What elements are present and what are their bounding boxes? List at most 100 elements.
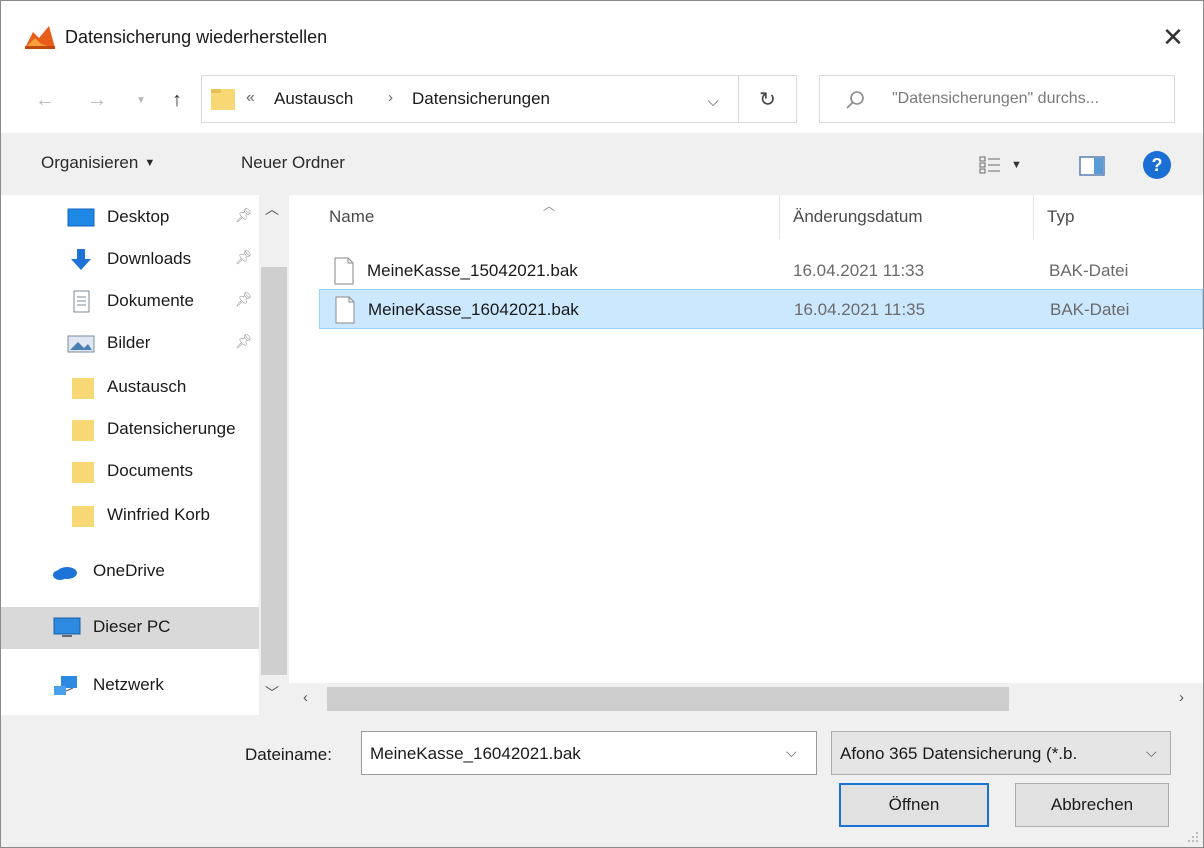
file-date: 16.04.2021 11:33 (793, 261, 925, 280)
arrow-right-icon: → (87, 88, 107, 111)
sidebar-item-label: OneDrive (93, 561, 165, 580)
sidebar-item-datensicherungen[interactable]: Datensicherunge (1, 409, 259, 451)
sidebar-item-downloads[interactable]: Downloads 📌︎ (1, 239, 259, 281)
sidebar-item-label: Austausch (107, 377, 187, 396)
computer-icon (53, 617, 81, 637)
search-icon (846, 91, 864, 109)
pin-icon[interactable]: 📌︎ (235, 291, 253, 308)
column-divider[interactable] (779, 195, 780, 239)
cloud-icon (53, 567, 77, 580)
sidebar-item-winfried-korb[interactable]: Winfried Korb (1, 495, 259, 537)
file-date: 16.04.2021 11:35 (794, 300, 926, 319)
title-bar: Datensicherung wiederherstellen ✕ (1, 1, 1203, 67)
file-name: MeineKasse_15042021.bak (367, 261, 578, 280)
navigation-pane: Desktop 📌︎ Downloads 📌︎ Dokumente 📌︎ Bil… (1, 195, 289, 715)
file-name: MeineKasse_16042021.bak (368, 300, 579, 319)
document-icon (73, 290, 90, 313)
chevron-down-icon[interactable]: ⌵ (786, 744, 797, 761)
sidebar-item-bilder[interactable]: Bilder 📌︎ (1, 323, 259, 365)
search-input[interactable]: "Datensicherungen" durchs... (819, 75, 1175, 123)
preview-pane-icon[interactable] (1079, 155, 1105, 177)
window-title: Datensicherung wiederherstellen (65, 27, 328, 47)
app-logo-icon (25, 26, 55, 49)
change-view-button[interactable]: ▼ (979, 151, 1039, 179)
sidebar-item-netzwerk[interactable]: Netzwerk (1, 665, 259, 707)
open-file-dialog: Datensicherung wiederherstellen ✕ ← → ▼ … (0, 0, 1204, 848)
desktop-icon (67, 208, 95, 227)
caret-down-icon: ▼ (144, 157, 156, 169)
file-type: BAK-Datei (1050, 300, 1130, 319)
pin-icon[interactable]: 📌︎ (235, 249, 253, 266)
table-row[interactable]: MeineKasse_16042021.bak 16.04.2021 11:35… (319, 289, 1203, 329)
sidebar-item-documents[interactable]: Documents (1, 451, 259, 493)
arrow-left-icon: ← (35, 88, 55, 111)
details-view-icon (979, 156, 1000, 174)
help-button[interactable]: ? (1143, 151, 1171, 179)
breadcrumb-separator-icon[interactable]: › (388, 89, 393, 106)
sidebar-item-dokumente[interactable]: Dokumente 📌︎ (1, 281, 259, 323)
scrollbar-thumb[interactable] (261, 267, 287, 675)
scrollbar-thumb[interactable] (327, 687, 1009, 711)
recent-locations-button[interactable]: ▼ (127, 85, 155, 115)
sidebar-item-label: Dokumente (107, 291, 194, 310)
table-row[interactable]: MeineKasse_15042021.bak 16.04.2021 11:33… (319, 251, 1203, 291)
chevron-down-icon[interactable]: ﹀ (265, 683, 279, 703)
sidebar-item-label: Bilder (107, 333, 151, 352)
close-icon: ✕ (1162, 21, 1184, 52)
file-icon (334, 257, 354, 285)
sidebar-scrollbar[interactable]: ︿ ﹀ (259, 195, 289, 715)
chevron-down-icon: ⌵ (707, 92, 719, 110)
sidebar-item-label: Winfried Korb (107, 505, 210, 524)
search-placeholder: "Datensicherungen" durchs... (892, 90, 1100, 107)
folder-icon (72, 378, 94, 399)
file-type-value: Afono 365 Datensicherung (*.b. (840, 744, 1078, 763)
refresh-button[interactable]: ↻ (739, 75, 797, 123)
new-folder-button[interactable]: Neuer Ordner (241, 153, 345, 173)
sidebar-item-label: Downloads (107, 249, 192, 268)
cancel-button[interactable]: Abbrechen (1015, 783, 1169, 827)
open-button[interactable]: Öffnen (839, 783, 989, 827)
organize-button[interactable]: Organisieren ▼ (41, 153, 155, 173)
chevron-left-icon[interactable]: ‹ (303, 689, 308, 706)
breadcrumb-austausch[interactable]: Austausch (274, 89, 353, 109)
filename-label: Dateiname: (245, 745, 332, 764)
pin-icon[interactable]: 📌︎ (235, 207, 253, 224)
column-header-type[interactable]: Typ (1047, 207, 1074, 227)
forward-button[interactable]: → (83, 85, 111, 115)
back-button[interactable]: ← (31, 85, 59, 115)
folder-icon (72, 420, 94, 441)
file-list: ︿ Name Änderungsdatum Typ MeineKasse_150… (289, 195, 1203, 715)
chevron-up-icon[interactable]: ︿ (265, 199, 279, 219)
sidebar-item-dieser-pc[interactable]: Dieser PC (1, 607, 259, 649)
address-bar[interactable]: « Austausch › Datensicherungen ⌵ (201, 75, 739, 123)
command-toolbar: Organisieren ▼ Neuer Ordner ▼ ? (1, 133, 1203, 195)
sidebar-item-desktop[interactable]: Desktop 📌︎ (1, 197, 259, 239)
network-icon (54, 676, 77, 695)
sidebar-item-austausch[interactable]: Austausch (1, 367, 259, 409)
sidebar-item-label: Netzwerk (93, 675, 164, 694)
filename-input[interactable]: MeineKasse_16042021.bak ⌵ (361, 731, 817, 775)
column-header-name[interactable]: Name (329, 207, 374, 227)
chevron-down-icon: ⌵ (1146, 744, 1157, 760)
resize-grip-icon[interactable] (1185, 829, 1199, 843)
close-button[interactable]: ✕ (1151, 15, 1195, 59)
chevron-right-icon[interactable]: › (1179, 689, 1184, 706)
arrow-up-icon: ↑ (172, 88, 182, 111)
breadcrumb-datensicherungen[interactable]: Datensicherungen (412, 89, 550, 109)
download-arrow-icon (71, 249, 91, 270)
organize-label: Organisieren (41, 153, 139, 172)
address-history-button[interactable]: ⌵ (700, 88, 726, 114)
sidebar-item-onedrive[interactable]: OneDrive (1, 551, 259, 593)
column-divider[interactable] (1033, 195, 1034, 239)
sidebar-item-label: Datensicherunge (107, 419, 236, 438)
navigation-bar: ← → ▼ ↑ « Austausch › Datensicherungen ⌵… (1, 67, 1203, 133)
up-button[interactable]: ↑ (163, 85, 191, 115)
overflow-chevron-icon[interactable]: « (246, 89, 255, 107)
pin-icon[interactable]: 📌︎ (235, 333, 253, 350)
column-header-date[interactable]: Änderungsdatum (793, 207, 922, 227)
caret-down-icon: ▼ (1011, 159, 1022, 171)
refresh-icon: ↻ (759, 88, 776, 111)
chevron-down-icon: ▼ (136, 94, 146, 106)
file-type-select[interactable]: Afono 365 Datensicherung (*.b. ⌵ (831, 731, 1171, 775)
horizontal-scrollbar[interactable]: ‹ › (289, 683, 1203, 715)
